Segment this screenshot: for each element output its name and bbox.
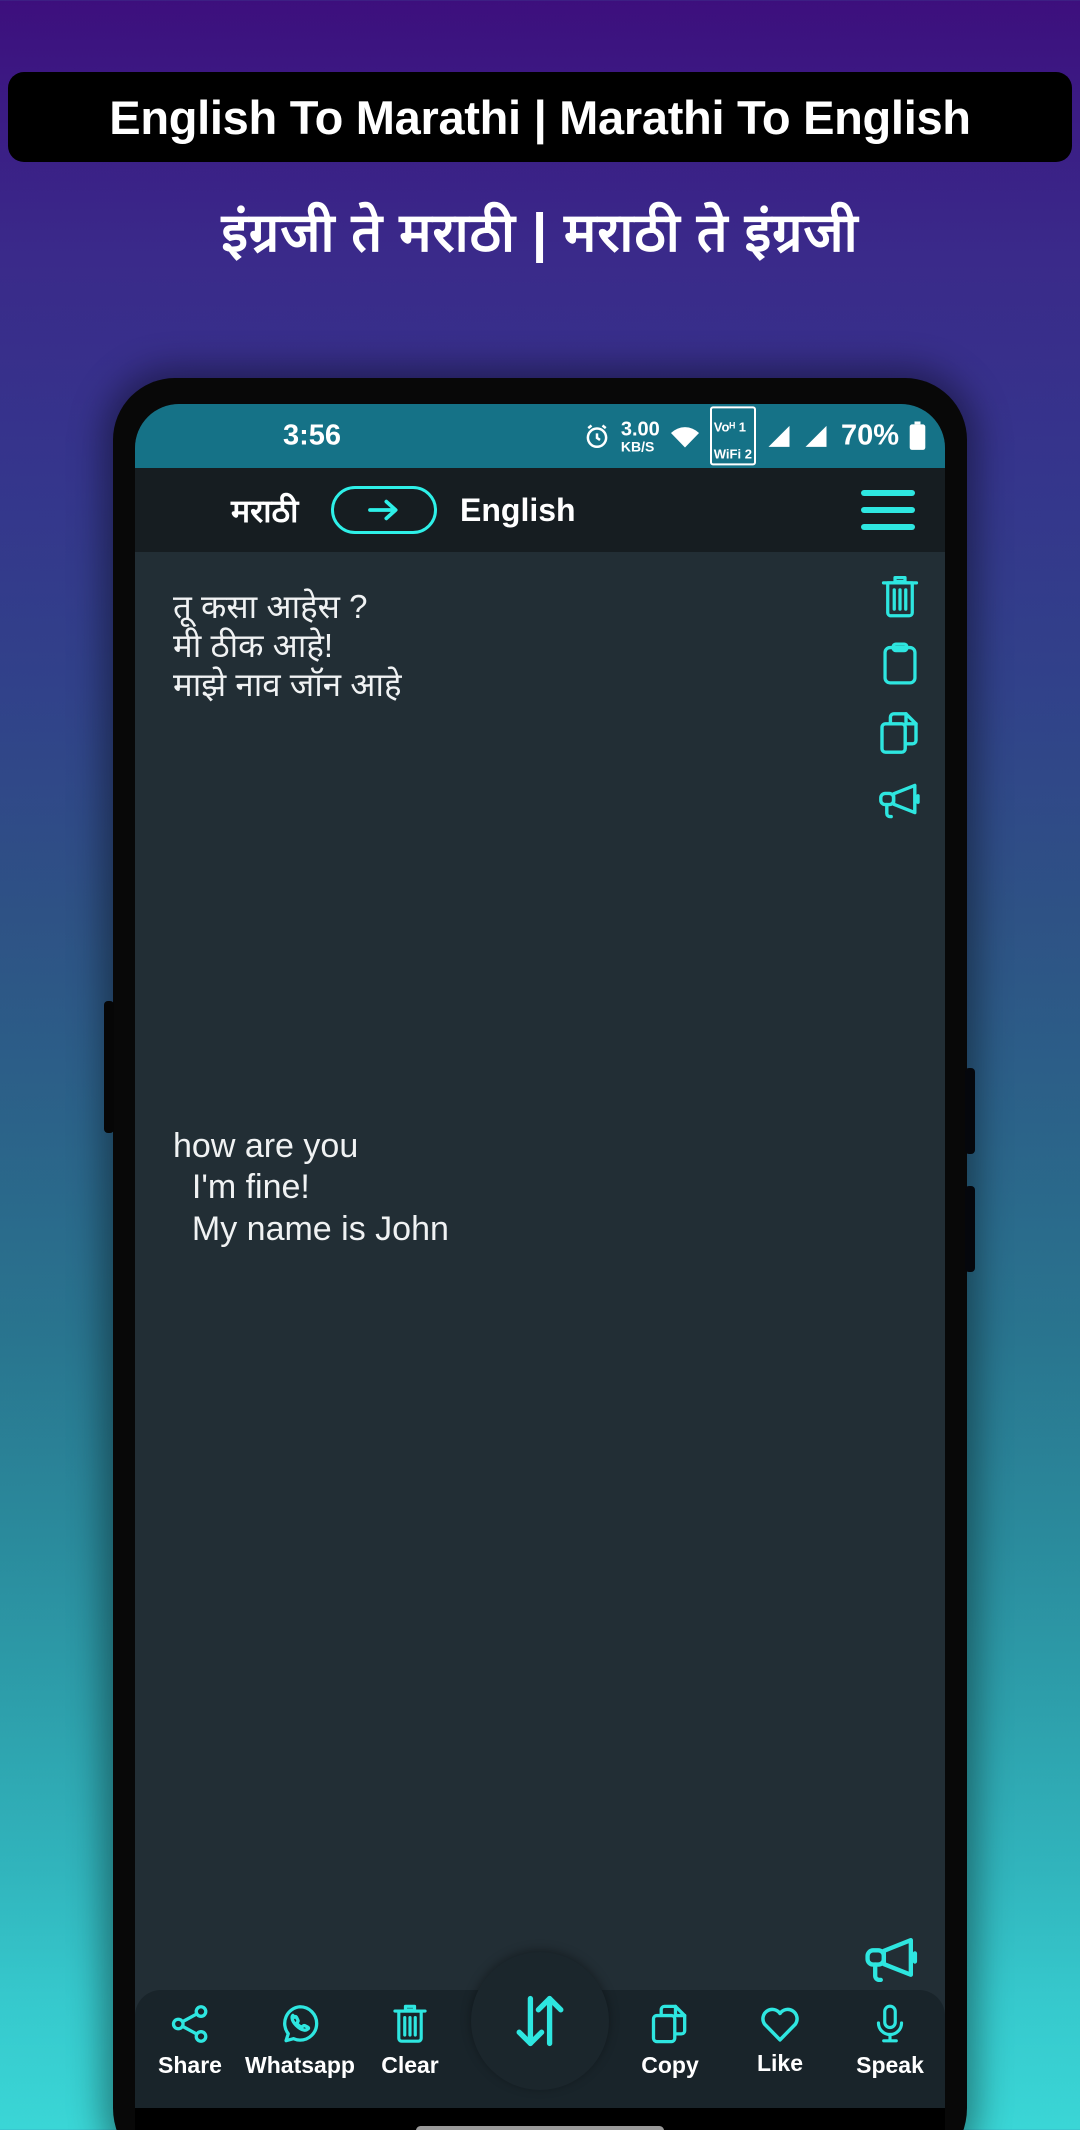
output-pane[interactable]: how are you I'm fine! My name is John (135, 1090, 945, 2022)
signal-2-icon (802, 422, 830, 450)
network-speed: 3.00 KB/S (621, 419, 660, 453)
speak-label: Speak (856, 2052, 924, 2078)
status-icons: 3.00 KB/S Voᴴ 1 WiFi 2 70% (582, 406, 927, 466)
promo-title-banner: English To Marathi | Marathi To English (8, 72, 1072, 162)
wifi-icon (669, 423, 701, 449)
status-time: 3:56 (283, 419, 342, 452)
trash-icon (389, 2002, 431, 2046)
promo-subtitle-text: इंग्रजी ते मराठी | मराठी ते इंग्रजी (221, 203, 859, 263)
copy-button[interactable]: Copy (615, 1990, 725, 2079)
output-text: how are you I'm fine! My name is John (173, 1127, 449, 1248)
power-button-lower[interactable] (965, 1186, 975, 1272)
app-header: मराठी English (135, 468, 945, 552)
input-tools (869, 566, 931, 832)
swap-vertical-icon (508, 1989, 572, 2053)
android-navigation-bar (135, 2108, 945, 2130)
input-text[interactable]: तू कसा आहेस ? मी ठीक आहे! माझे नाव जॉन आ… (173, 588, 795, 705)
vowifi-icon: Voᴴ 1 WiFi 2 (709, 406, 756, 466)
phone-screen: 3:56 3.00 KB/S Voᴴ 1 WiFi 2 70% मराठी En… (135, 404, 945, 2130)
share-button[interactable]: Share (135, 1990, 245, 2079)
delete-icon[interactable] (869, 566, 931, 628)
clear-button[interactable]: Clear (355, 1990, 465, 2079)
promo-title-text: English To Marathi | Marathi To English (109, 90, 971, 144)
speak-icon[interactable] (869, 770, 931, 832)
home-indicator[interactable] (416, 2125, 664, 2130)
arrow-right-icon (364, 496, 404, 524)
paste-icon[interactable] (869, 634, 931, 696)
speak-megaphone-icon[interactable] (861, 1932, 923, 1988)
power-button-upper[interactable] (965, 1068, 975, 1154)
vowifi-bottom-text: WiFi 2 (713, 446, 752, 461)
target-language-label[interactable]: English (460, 492, 576, 529)
share-icon (168, 2002, 212, 2046)
swap-translate-fab[interactable] (471, 1952, 609, 2090)
like-label: Like (756, 2050, 804, 2076)
status-bar: 3:56 3.00 KB/S Voᴴ 1 WiFi 2 70% (135, 404, 945, 468)
bottom-toolbar-right: Copy Like Speak (615, 1990, 945, 2079)
signal-1-icon (765, 422, 793, 450)
copy-label: Copy (641, 2052, 699, 2078)
network-speed-unit: KB/S (620, 438, 655, 454)
promo-subtitle: इंग्रजी ते मराठी | मराठी ते इंग्रजी (0, 175, 1080, 285)
like-button[interactable]: Like (725, 1990, 835, 2079)
whatsapp-button[interactable]: Whatsapp (245, 1990, 355, 2079)
share-label: Share (158, 2052, 222, 2078)
source-language-label[interactable]: मराठी (231, 489, 298, 532)
swap-language-button[interactable] (331, 486, 437, 534)
input-pane[interactable]: तू कसा आहेस ? मी ठीक आहे! माझे नाव जॉन आ… (135, 552, 945, 1090)
volume-button[interactable] (104, 1001, 114, 1133)
copy-icon (648, 2002, 692, 2046)
vowifi-top-text: Voᴴ 1 (713, 419, 746, 435)
whatsapp-label: Whatsapp (245, 2052, 355, 2078)
heart-icon (758, 2002, 802, 2044)
bottom-toolbar-left: Share Whatsapp Clear (135, 1990, 465, 2079)
battery-percent: 70% (840, 419, 899, 452)
alarm-clock-icon (582, 421, 612, 451)
network-speed-value: 3.00 (620, 418, 660, 440)
whatsapp-icon (278, 2002, 322, 2046)
speak-button[interactable]: Speak (835, 1990, 945, 2079)
battery-icon (908, 421, 927, 451)
copy-icon[interactable] (869, 702, 931, 764)
microphone-icon (869, 2002, 911, 2046)
clear-label: Clear (381, 2052, 439, 2078)
hamburger-menu-icon[interactable] (861, 490, 915, 530)
